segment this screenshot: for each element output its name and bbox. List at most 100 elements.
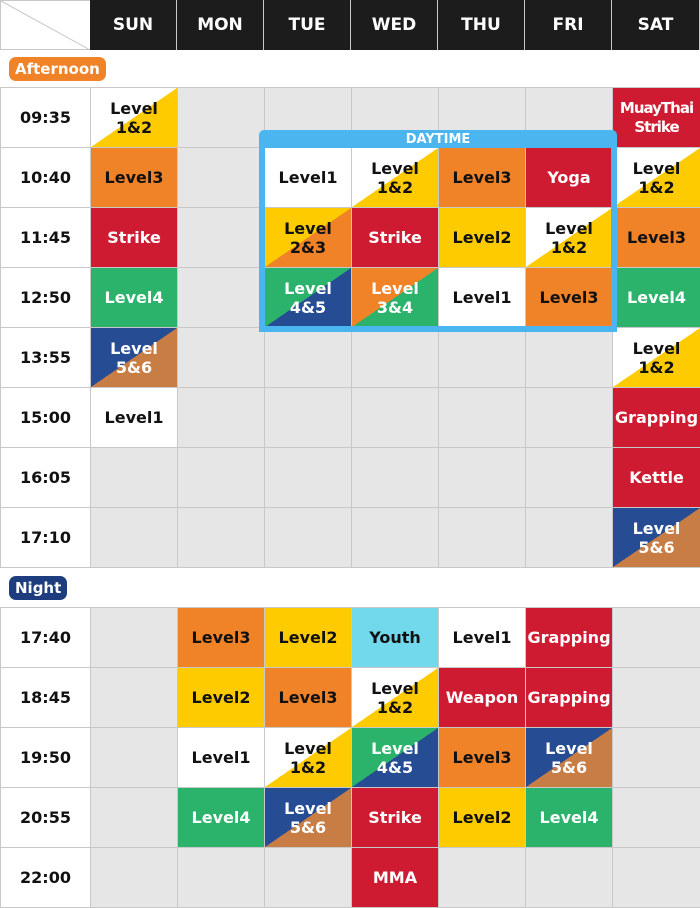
class-cell[interactable]: Youth — [351, 607, 439, 668]
class-name: Level1 — [453, 288, 512, 307]
class-name: Weapon — [446, 688, 519, 707]
class-cell[interactable]: Strike — [351, 787, 439, 848]
class-cell[interactable]: Level3 — [438, 147, 526, 208]
class-cell[interactable]: Strike — [90, 207, 178, 268]
class-cell[interactable]: Level 1&2 — [264, 727, 352, 788]
class-cell[interactable]: Level3 — [90, 147, 178, 208]
empty-cell — [351, 507, 439, 568]
empty-cell — [351, 327, 439, 388]
class-name-line1: Level — [110, 338, 158, 358]
class-cell[interactable]: Level2 — [438, 787, 526, 848]
class-name: Level 5&6 — [284, 799, 332, 837]
class-name-line1: Grapping — [527, 688, 611, 707]
time-slot: 12:50 — [0, 267, 91, 328]
class-name: Level1 — [279, 168, 338, 187]
class-cell[interactable]: Level 1&2 — [612, 327, 700, 388]
class-cell[interactable]: Level1 — [264, 147, 352, 208]
class-name-line1: Level3 — [104, 168, 164, 187]
class-cell[interactable]: Level3 — [177, 607, 265, 668]
class-cell[interactable]: Level4 — [525, 787, 613, 848]
class-cell[interactable]: Level1 — [90, 387, 178, 448]
class-cell[interactable]: Level1 — [438, 607, 526, 668]
empty-cell — [177, 327, 265, 388]
empty-cell — [525, 387, 613, 448]
empty-cell — [525, 507, 613, 568]
empty-cell — [90, 847, 178, 908]
class-cell[interactable]: Level3 — [612, 207, 700, 268]
class-cell[interactable]: Level 1&2 — [525, 207, 613, 268]
class-cell[interactable]: Level 1&2 — [351, 147, 439, 208]
class-name: Grapping — [527, 628, 610, 647]
class-cell[interactable]: Yoga — [525, 147, 613, 208]
class-cell[interactable]: Level4 — [90, 267, 178, 328]
class-cell[interactable]: Level 4&5 — [351, 727, 439, 788]
class-name: Level4 — [192, 808, 251, 827]
empty-cell — [177, 387, 265, 448]
class-cell[interactable]: MuayThai Strike — [612, 87, 700, 148]
class-cell[interactable]: MMA — [351, 847, 439, 908]
class-name-line2: 1&2 — [638, 357, 675, 377]
empty-cell — [438, 327, 526, 388]
class-name: Strike — [368, 808, 422, 827]
class-name: Grapping — [527, 688, 610, 707]
class-cell[interactable]: Level3 — [438, 727, 526, 788]
class-name-line1: Strike — [368, 228, 422, 247]
class-name-line1: Level — [371, 158, 419, 178]
class-name-line2: 5&6 — [550, 757, 588, 777]
class-cell[interactable]: Level 2&3 — [264, 207, 352, 268]
class-name-line2: 1&2 — [376, 697, 414, 717]
class-cell[interactable]: Level 3&4 — [351, 267, 439, 328]
class-cell[interactable]: Grapping — [525, 607, 613, 668]
empty-cell — [612, 607, 700, 668]
class-name: Level 4&5 — [371, 739, 419, 777]
empty-cell — [264, 327, 352, 388]
class-cell[interactable]: Level3 — [525, 267, 613, 328]
class-name-line2: 1&2 — [115, 117, 153, 137]
class-name-line1: Level — [284, 738, 332, 758]
class-name: MMA — [373, 868, 417, 887]
class-name: Kettle — [629, 468, 684, 487]
class-name-line1: Level2 — [452, 808, 512, 827]
empty-cell — [90, 507, 178, 568]
time-slot: 17:40 — [0, 607, 91, 668]
class-name-line1: Level4 — [191, 808, 251, 827]
class-name-line1: Level — [284, 218, 332, 238]
class-cell[interactable]: Level 4&5 — [264, 267, 352, 328]
empty-cell — [525, 847, 613, 908]
empty-cell — [438, 847, 526, 908]
class-name-line1: Level4 — [627, 288, 686, 307]
class-cell[interactable]: Level 1&2 — [351, 667, 439, 728]
class-cell[interactable]: Level 1&2 — [612, 147, 700, 208]
class-name-line1: Level1 — [452, 628, 512, 647]
class-cell[interactable]: Grapping — [525, 667, 613, 728]
empty-cell — [90, 607, 178, 668]
class-cell[interactable]: Level1 — [438, 267, 526, 328]
class-cell[interactable]: Weapon — [438, 667, 526, 728]
class-cell[interactable]: Grapping — [612, 387, 700, 448]
class-name-line1: Level2 — [278, 628, 338, 647]
class-cell[interactable]: Level 1&2 — [90, 87, 178, 148]
empty-cell — [177, 267, 265, 328]
class-cell[interactable]: Strike — [351, 207, 439, 268]
empty-cell — [351, 447, 439, 508]
time-slot: 20:55 — [0, 787, 91, 848]
class-cell[interactable]: Level4 — [612, 267, 700, 328]
class-name-line1: Level1 — [191, 748, 251, 767]
class-cell[interactable]: Level 5&6 — [264, 787, 352, 848]
class-name: Level3 — [540, 288, 599, 307]
class-cell[interactable]: Level 5&6 — [90, 327, 178, 388]
section-label-night: Night — [9, 576, 68, 600]
class-cell[interactable]: Level3 — [264, 667, 352, 728]
class-name: Level3 — [192, 628, 251, 647]
class-name: Level1 — [105, 408, 164, 427]
class-name-line1: Weapon — [445, 688, 519, 707]
class-cell[interactable]: Level2 — [177, 667, 265, 728]
class-cell[interactable]: Level4 — [177, 787, 265, 848]
class-cell[interactable]: Level 5&6 — [525, 727, 613, 788]
class-cell[interactable]: Level2 — [264, 607, 352, 668]
class-cell[interactable]: Level2 — [438, 207, 526, 268]
class-name-line1: Level — [371, 678, 419, 698]
class-cell[interactable]: Level1 — [177, 727, 265, 788]
class-cell[interactable]: Level 5&6 — [612, 507, 700, 568]
class-cell[interactable]: Kettle — [612, 447, 700, 508]
